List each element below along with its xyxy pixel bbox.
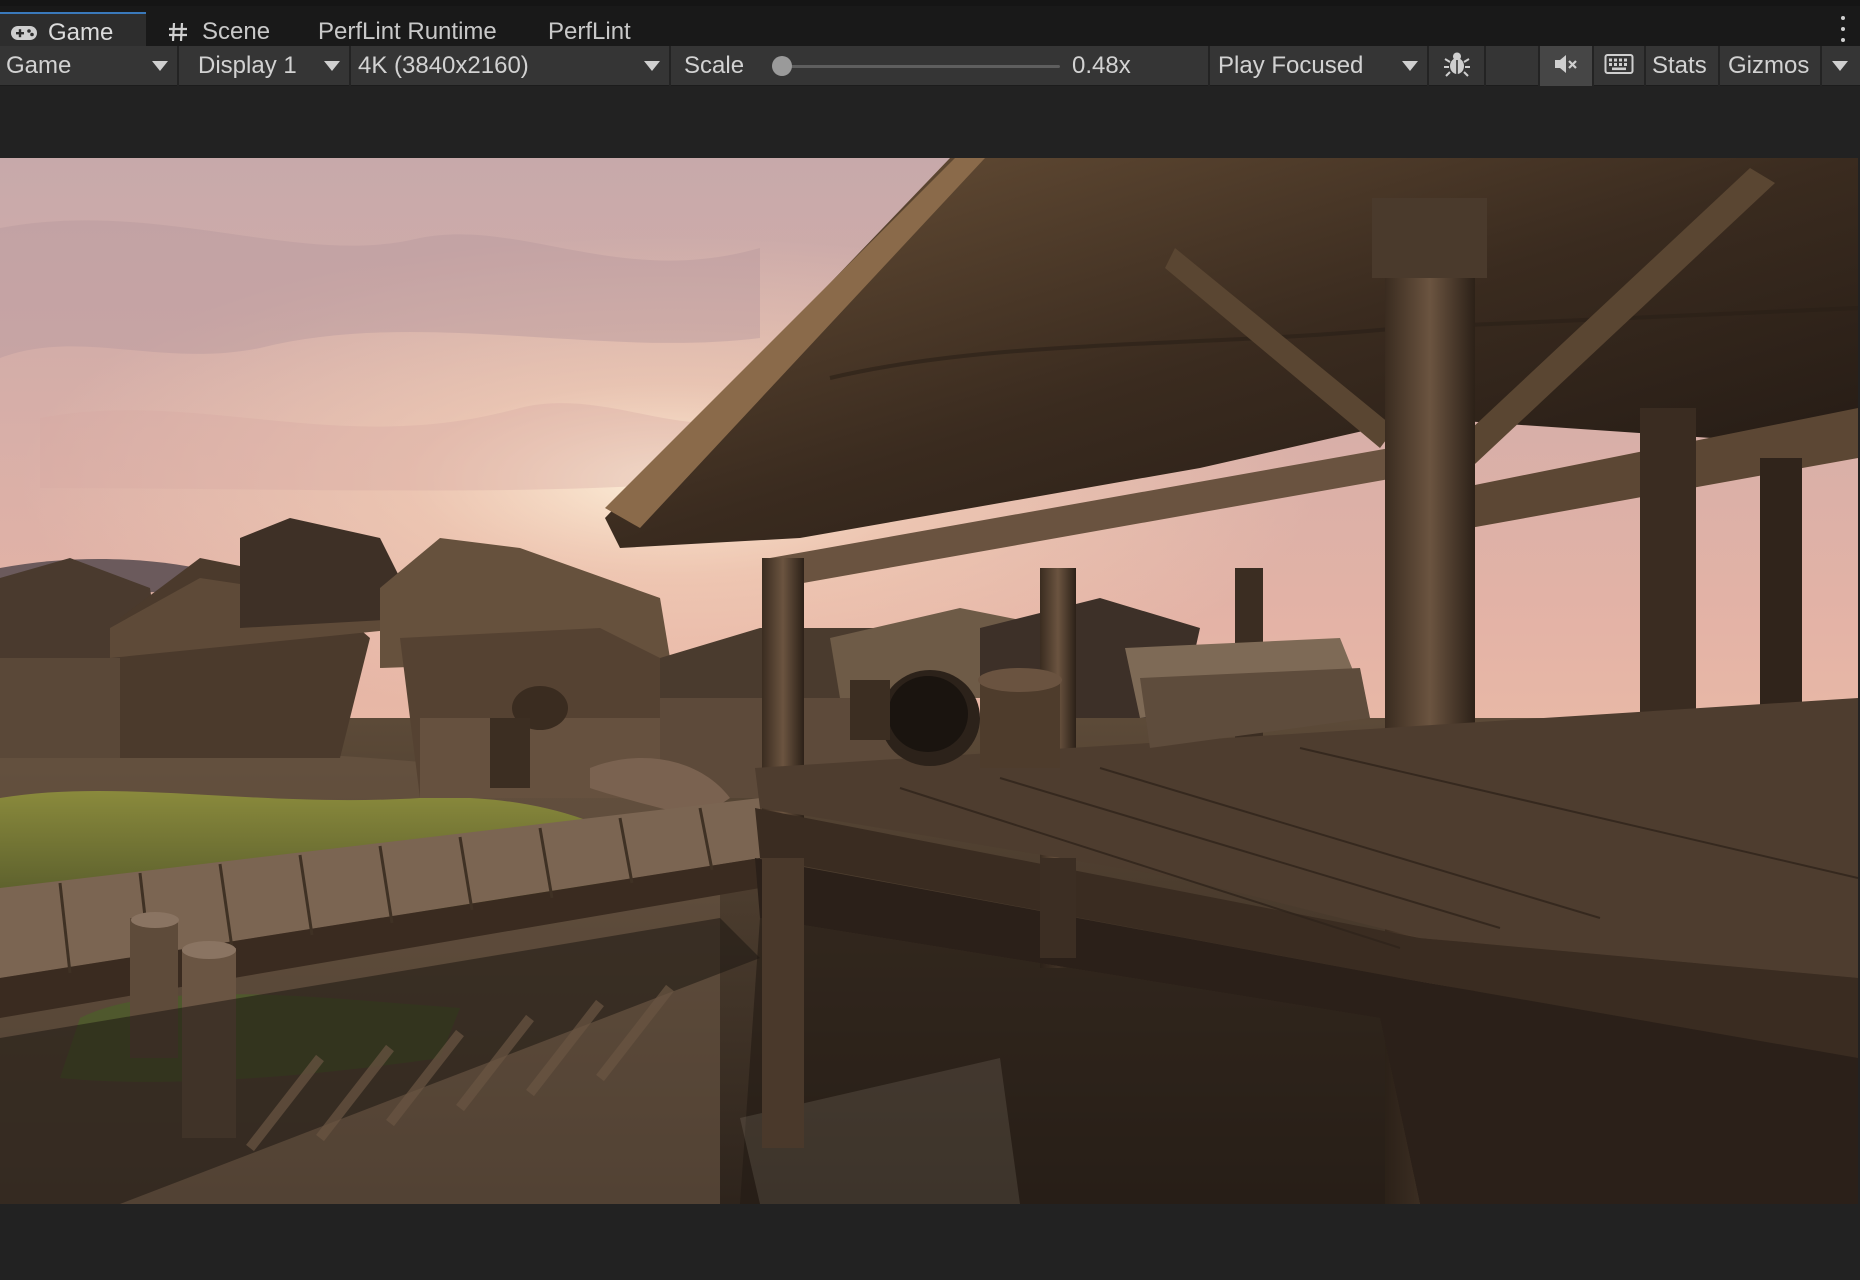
- view-mode-value: Game: [6, 52, 72, 79]
- mute-audio-button[interactable]: [1540, 46, 1592, 86]
- game-view-panel: [0, 86, 1860, 1280]
- tab-game-label: Game: [48, 19, 114, 46]
- keyboard-shortcuts-icon: [1604, 53, 1634, 80]
- hash-icon: [164, 18, 192, 46]
- tab-perflint-runtime-label: PerfLint Runtime: [318, 18, 497, 45]
- debug-button[interactable]: [1430, 46, 1484, 86]
- scale-label: Scale: [684, 52, 745, 79]
- toolbar-divider: [177, 46, 179, 86]
- keyboard-shortcuts-button[interactable]: [1594, 46, 1644, 86]
- empty-toggle-button[interactable]: [1486, 46, 1538, 86]
- resolution-value: 4K (3840x2160): [358, 52, 529, 79]
- stats-button[interactable]: Stats: [1652, 46, 1707, 86]
- game-render-viewport[interactable]: [0, 158, 1858, 1204]
- chevron-down-icon: [1402, 61, 1418, 71]
- tab-perflint-label: PerfLint: [548, 18, 631, 45]
- mute-audio-icon: [1553, 52, 1579, 81]
- chevron-down-icon: [324, 61, 340, 71]
- scale-value: 0.48x: [1072, 52, 1131, 79]
- resolution-dropdown[interactable]: 4K (3840x2160): [352, 46, 668, 86]
- scale-slider-handle[interactable]: [772, 56, 792, 76]
- display-dropdown[interactable]: Display 1: [192, 46, 348, 86]
- display-value: Display 1: [198, 52, 297, 79]
- toolbar-divider: [349, 46, 351, 86]
- view-mode-dropdown[interactable]: Game: [0, 46, 176, 86]
- toolbar-divider: [1644, 46, 1646, 86]
- toolbar-divider: [1427, 46, 1429, 86]
- scale-slider-track[interactable]: [772, 65, 1060, 68]
- toolbar-divider: [669, 46, 671, 86]
- game-view-toolbar: Game Display 1 4K (3840x2160) Scale 0.48…: [0, 46, 1860, 86]
- toolbar-divider: [1718, 46, 1720, 86]
- gamepad-icon: [10, 19, 38, 47]
- toolbar-divider: [1208, 46, 1210, 86]
- bug-icon: [1442, 49, 1472, 84]
- tab-scene-label: Scene: [202, 18, 271, 45]
- play-mode-dropdown[interactable]: Play Focused: [1212, 46, 1426, 86]
- play-mode-value: Play Focused: [1218, 52, 1364, 79]
- game-scene-render: [0, 158, 1858, 1204]
- gizmos-menu-button[interactable]: [1822, 46, 1858, 86]
- chevron-down-icon: [152, 61, 168, 71]
- gizmos-button[interactable]: Gizmos: [1728, 46, 1809, 86]
- editor-tab-strip: Game Scene PerfLint Runtime PerfLint: [0, 0, 1860, 52]
- kebab-menu-icon[interactable]: [1838, 16, 1848, 42]
- chevron-down-icon: [644, 61, 660, 71]
- chevron-down-icon: [1832, 61, 1848, 71]
